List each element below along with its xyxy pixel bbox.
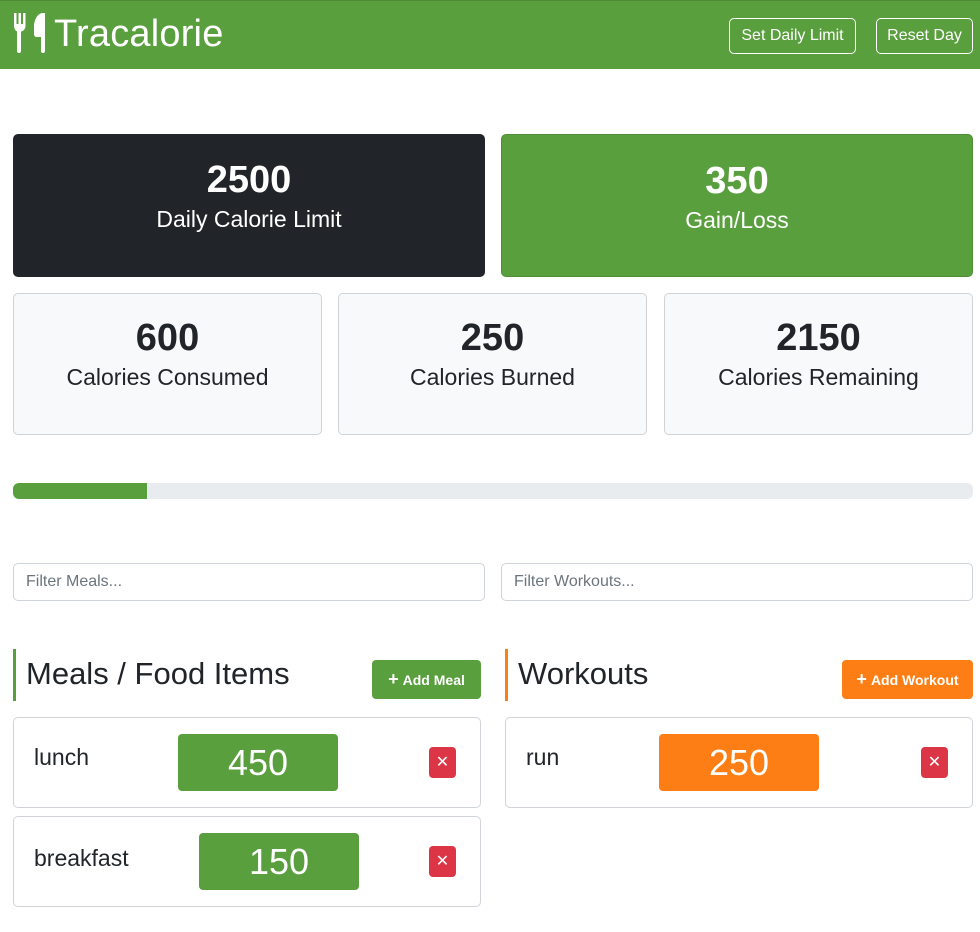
plus-icon: +: [856, 669, 867, 689]
add-workout-label: Add Workout: [870, 671, 959, 688]
meals-heading: Meals / Food Items: [13, 649, 290, 701]
filter-workouts-input[interactable]: [501, 563, 973, 601]
calorie-progress-fill: [13, 483, 148, 499]
meal-calories: 150: [199, 833, 359, 890]
close-icon: ✕: [435, 754, 450, 771]
add-meal-label: Add Meal: [402, 671, 465, 688]
filter-meals-input[interactable]: [13, 563, 485, 601]
meal-calories: 450: [178, 734, 338, 791]
daily-limit-value: 2500: [206, 159, 292, 201]
delete-meal-button[interactable]: ✕: [429, 747, 456, 778]
delete-workout-button[interactable]: ✕: [921, 747, 948, 778]
delete-meal-button[interactable]: ✕: [429, 846, 456, 877]
app-title: Tracalorie: [54, 12, 224, 55]
close-icon: ✕: [927, 754, 942, 771]
calories-remaining-label: Calories Remaining: [718, 364, 919, 390]
navbar: Tracalorie Set Daily Limit Reset Day: [0, 0, 980, 69]
workout-name: run: [526, 744, 560, 770]
workouts-heading: Workouts: [505, 649, 648, 701]
calories-consumed-card: 600 Calories Consumed: [13, 293, 322, 435]
calories-consumed-label: Calories Consumed: [66, 364, 269, 390]
set-daily-limit-button[interactable]: Set Daily Limit: [729, 18, 856, 54]
plus-icon: +: [388, 669, 399, 689]
meal-item: breakfast 150 ✕: [13, 816, 481, 907]
calories-burned-label: Calories Burned: [410, 364, 575, 390]
meal-name: lunch: [34, 744, 89, 770]
workout-calories: 250: [659, 734, 819, 791]
utensils-icon: [12, 11, 48, 58]
gain-loss-label: Gain/Loss: [685, 207, 789, 233]
brand[interactable]: Tracalorie: [12, 9, 224, 59]
calories-remaining-card: 2150 Calories Remaining: [664, 293, 973, 435]
daily-limit-card: 2500 Daily Calorie Limit: [13, 134, 485, 277]
daily-limit-label: Daily Calorie Limit: [156, 206, 342, 232]
gain-loss-card: 350 Gain/Loss: [501, 134, 973, 277]
calorie-progress-bar: [13, 483, 973, 499]
reset-day-button[interactable]: Reset Day: [876, 18, 973, 54]
gain-loss-value: 350: [705, 160, 769, 202]
add-workout-button[interactable]: + Add Workout: [842, 660, 973, 699]
calories-remaining-value: 2150: [776, 317, 861, 359]
close-icon: ✕: [435, 853, 450, 870]
workout-item: run 250 ✕: [505, 717, 973, 808]
calories-burned-value: 250: [460, 317, 525, 359]
add-meal-button[interactable]: + Add Meal: [372, 660, 481, 699]
meal-name: breakfast: [34, 845, 129, 871]
meal-item: lunch 450 ✕: [13, 717, 481, 808]
calories-burned-card: 250 Calories Burned: [338, 293, 647, 435]
calories-consumed-value: 600: [135, 317, 200, 359]
